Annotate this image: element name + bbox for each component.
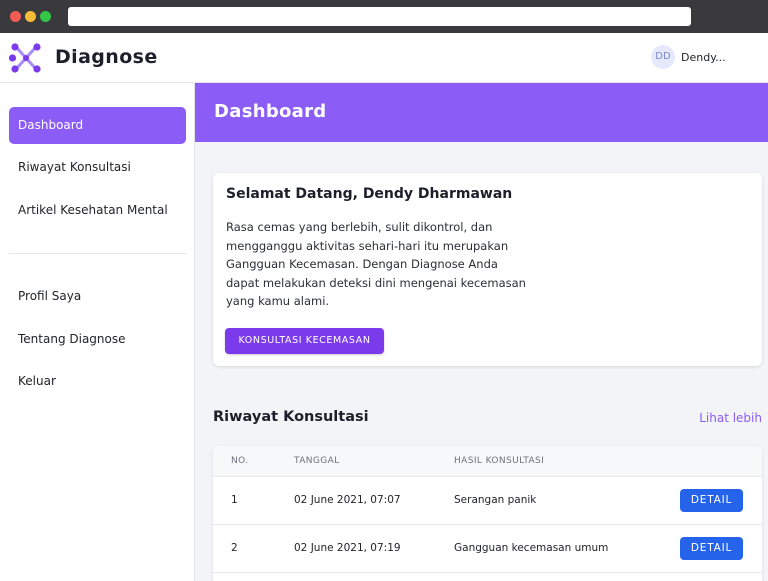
window-maximize-dot[interactable] bbox=[40, 11, 51, 22]
welcome-title: Selamat Datang, Dendy Dharmawan bbox=[226, 186, 513, 202]
see-more-link[interactable]: Lihat lebih bbox=[699, 411, 762, 425]
brand-name[interactable]: Diagnose bbox=[55, 46, 158, 68]
welcome-description: Rasa cemas yang berlebih, sulit dikontro… bbox=[226, 220, 526, 308]
app-window: Diagnose DD Dendy... Dashboard Riwayat K… bbox=[0, 33, 768, 581]
row-result: Serangan panik bbox=[454, 494, 537, 506]
top-bar: Diagnose DD Dendy... bbox=[0, 33, 768, 83]
avatar[interactable]: DD bbox=[651, 45, 675, 69]
table-header: NO. TANGGAL HASIL KONSULTASI bbox=[213, 446, 762, 477]
diagnose-logo-icon[interactable] bbox=[9, 42, 43, 74]
row-number: 1 bbox=[231, 494, 238, 506]
sidebar-item-profil[interactable]: Profil Saya bbox=[9, 278, 186, 315]
page-header: Dashboard bbox=[195, 83, 768, 142]
user-name[interactable]: Dendy... bbox=[681, 51, 726, 64]
column-header-no: NO. bbox=[231, 456, 249, 466]
window-close-dot[interactable] bbox=[10, 11, 21, 22]
table-row: 2 02 June 2021, 07:19 Gangguan kecemasan… bbox=[213, 525, 762, 573]
row-date: 02 June 2021, 07:07 bbox=[294, 494, 401, 506]
sidebar-item-dashboard[interactable]: Dashboard bbox=[9, 107, 186, 144]
row-number: 2 bbox=[231, 542, 238, 554]
browser-chrome bbox=[0, 0, 768, 33]
history-table: NO. TANGGAL HASIL KONSULTASI 1 02 June 2… bbox=[213, 446, 762, 581]
main-content: Dashboard Selamat Datang, Dendy Dharmawa… bbox=[195, 83, 768, 581]
welcome-card: Selamat Datang, Dendy Dharmawan Rasa cem… bbox=[213, 173, 762, 366]
sidebar: Dashboard Riwayat Konsultasi Artikel Kes… bbox=[0, 83, 195, 581]
sidebar-divider bbox=[9, 253, 186, 254]
column-header-tanggal: TANGGAL bbox=[294, 456, 340, 466]
history-title: Riwayat Konsultasi bbox=[213, 409, 369, 425]
row-result: Gangguan kecemasan umum bbox=[454, 542, 609, 554]
sidebar-item-keluar[interactable]: Keluar bbox=[9, 363, 186, 400]
page-title: Dashboard bbox=[214, 101, 327, 122]
row-date: 02 June 2021, 07:19 bbox=[294, 542, 401, 554]
detail-button[interactable]: DETAIL bbox=[680, 489, 743, 512]
address-bar[interactable] bbox=[68, 7, 691, 26]
table-row: 1 02 June 2021, 07:07 Serangan panik DET… bbox=[213, 477, 762, 525]
detail-button[interactable]: DETAIL bbox=[680, 537, 743, 560]
column-header-hasil: HASIL KONSULTASI bbox=[454, 456, 545, 466]
sidebar-item-tentang[interactable]: Tentang Diagnose bbox=[9, 321, 186, 358]
konsultasi-button[interactable]: KONSULTASI KECEMASAN bbox=[225, 328, 384, 354]
sidebar-item-riwayat-konsultasi[interactable]: Riwayat Konsultasi bbox=[9, 149, 186, 186]
sidebar-item-artikel[interactable]: Artikel Kesehatan Mental bbox=[9, 192, 186, 229]
window-minimize-dot[interactable] bbox=[25, 11, 36, 22]
